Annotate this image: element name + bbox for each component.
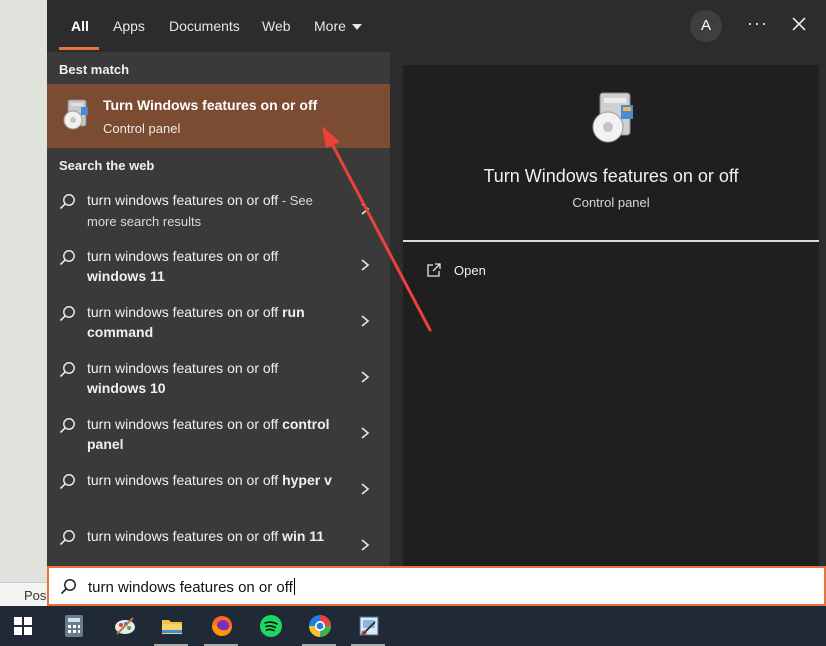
snipping-tool-icon [359, 616, 379, 636]
suggestion-completion: windows 10 [87, 380, 166, 396]
chevron-down-icon [351, 24, 362, 31]
best-match-subtitle: Control panel [103, 121, 181, 136]
search-filter-bar: All Apps Documents Web More A ··· [47, 0, 826, 52]
web-suggestion-text: turn windows features on or off windows … [87, 358, 337, 398]
close-icon[interactable] [789, 14, 809, 34]
detail-title: Turn Windows features on or off [483, 166, 739, 186]
best-match-title: Turn Windows features on or off [103, 97, 318, 113]
tab-documents[interactable]: Documents [169, 18, 240, 34]
tab-apps[interactable]: Apps [113, 18, 145, 34]
divider [403, 240, 819, 242]
windows-features-icon [592, 92, 633, 143]
chevron-right-icon [361, 427, 370, 439]
suggestion-completion: hyper v [282, 472, 332, 488]
web-suggestion[interactable]: turn windows features on or off - See mo… [47, 188, 390, 244]
tab-more[interactable]: More [314, 18, 362, 34]
result-detail-card: Turn Windows features on or off Control … [403, 65, 819, 566]
detail-subtitle: Control panel [572, 195, 650, 210]
taskbar-paint[interactable] [107, 612, 141, 646]
results-list: Best match Turn Windows features on or o… [47, 52, 390, 566]
suggestion-query: turn windows features on or off [87, 304, 283, 320]
edge-icon [309, 615, 331, 637]
search-icon [59, 250, 75, 266]
taskbar-snipping-tool[interactable] [351, 612, 385, 646]
best-match-heading: Best match [59, 62, 130, 77]
web-suggestion[interactable]: turn windows features on or off run comm… [47, 300, 390, 356]
spotify-icon [260, 615, 282, 637]
search-icon [59, 530, 75, 546]
active-tab-indicator [59, 47, 99, 50]
firefox-icon [212, 616, 232, 636]
open-action[interactable]: Open [426, 262, 546, 286]
taskbar-file-explorer[interactable] [154, 612, 188, 646]
suggestion-query: turn windows features on or off [87, 360, 279, 376]
file-explorer-icon [162, 620, 182, 634]
web-suggestion[interactable]: turn windows features on or off windows … [47, 244, 390, 300]
search-icon [59, 194, 75, 210]
web-suggestion[interactable]: turn windows features on or off windows … [47, 356, 390, 412]
search-query-text: turn windows features on or off [88, 579, 293, 596]
suggestion-query: turn windows features on or off [87, 416, 283, 432]
suggestion-query: turn windows features on or off [87, 528, 283, 544]
suggestion-query: turn windows features on or off [87, 472, 283, 488]
open-label: Open [454, 263, 486, 278]
avatar[interactable]: A [690, 10, 722, 42]
web-suggestion[interactable]: turn windows features on or off hyper v [47, 468, 390, 524]
taskbar [0, 606, 826, 646]
taskbar-edge[interactable] [302, 612, 336, 646]
search-input-value: turn windows features on or off [88, 578, 295, 596]
suggestion-query: turn windows features on or off [87, 248, 279, 264]
search-icon [59, 306, 75, 322]
web-suggestion-text: turn windows features on or off control … [87, 414, 337, 454]
paint-icon [115, 617, 135, 635]
suggestion-query: turn windows features on or off [87, 192, 279, 208]
taskbar-calculator[interactable] [57, 612, 91, 646]
web-suggestion-text: turn windows features on or off hyper v [87, 470, 337, 490]
web-suggestion-text: turn windows features on or off run comm… [87, 302, 337, 342]
chevron-right-icon [361, 259, 370, 271]
tab-all[interactable]: All [71, 18, 89, 34]
chevron-right-icon [361, 203, 370, 215]
web-suggestion[interactable]: turn windows features on or off control … [47, 412, 390, 468]
search-input[interactable]: turn windows features on or off [47, 566, 826, 606]
chevron-right-icon [361, 483, 370, 495]
taskbar-spotify[interactable] [253, 612, 287, 646]
more-options-icon[interactable]: ··· [747, 13, 768, 34]
best-match-result[interactable]: Turn Windows features on or off Control … [47, 84, 390, 148]
search-icon [60, 579, 76, 595]
windows-start-icon[interactable] [14, 617, 32, 635]
text-cursor [293, 578, 295, 595]
chevron-right-icon [361, 371, 370, 383]
open-icon [427, 263, 441, 277]
search-icon [59, 474, 75, 490]
tab-web[interactable]: Web [262, 18, 291, 34]
background-status-text: Pos [24, 588, 47, 603]
suggestion-completion: win 11 [282, 528, 325, 544]
tab-more-label: More [314, 18, 346, 34]
calculator-icon [65, 615, 83, 637]
windows-features-icon [63, 99, 88, 130]
web-suggestion-text: turn windows features on or off windows … [87, 246, 337, 286]
web-suggestion-text: turn windows features on or off win 11 [87, 526, 337, 546]
web-suggestion-text: turn windows features on or off - See mo… [87, 190, 337, 232]
taskbar-firefox[interactable] [204, 612, 238, 646]
search-icon [59, 362, 75, 378]
search-the-web-heading: Search the web [59, 158, 155, 173]
start-search-panel: All Apps Documents Web More A ··· Best m… [47, 0, 826, 566]
suggestion-completion: windows 11 [87, 268, 165, 284]
preview-pane: Turn Windows features on or off Control … [390, 52, 826, 566]
chevron-right-icon [361, 315, 370, 327]
chevron-right-icon [361, 539, 370, 551]
search-icon [59, 418, 75, 434]
